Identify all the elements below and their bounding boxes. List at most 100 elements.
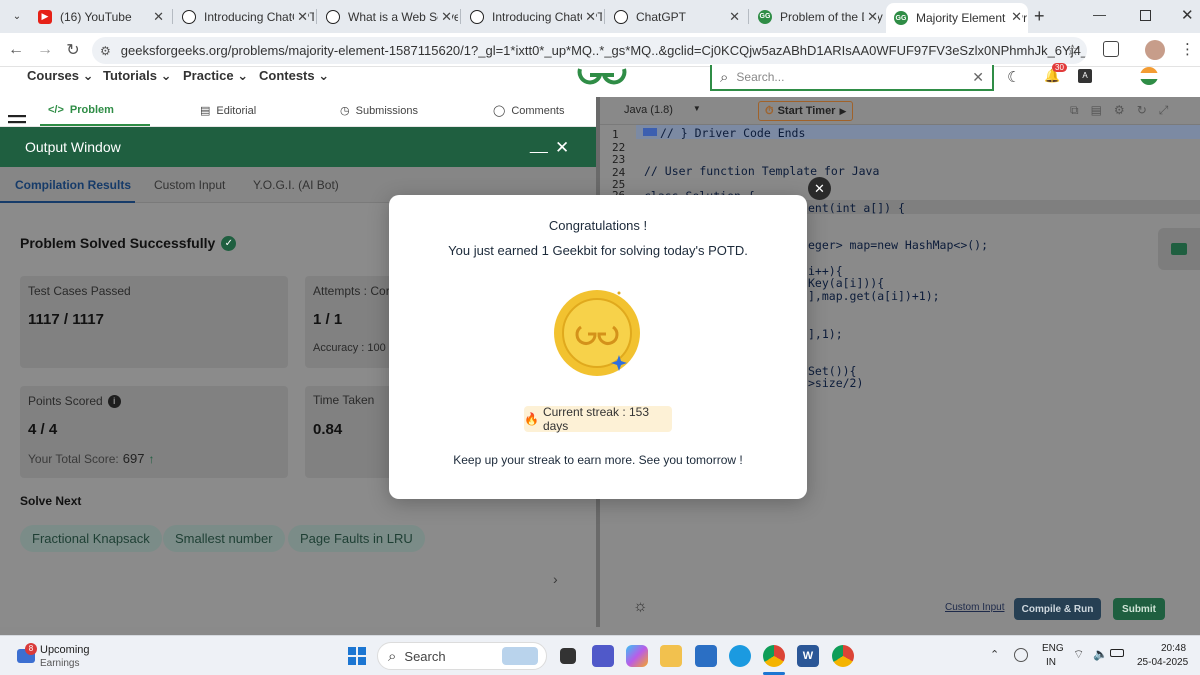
minimize-output-button[interactable]: __ [530, 137, 548, 155]
edge-icon[interactable] [729, 645, 751, 667]
close-icon[interactable]: ✕ [582, 9, 596, 25]
gfg-logo-icon[interactable] [572, 63, 632, 85]
openai-icon [326, 9, 340, 24]
tab-web-server[interactable]: What is a Web Server ✕ [318, 3, 458, 30]
tab-comments[interactable]: ◯ Comments [493, 104, 565, 118]
tab-potd[interactable]: GG Problem of the Day | ✕ [750, 3, 884, 30]
fullscreen-icon[interactable]: ⤢ [1159, 103, 1169, 118]
tab-yogi-ai-bot[interactable]: Y.O.G.I. (AI Bot) [253, 178, 339, 192]
reload-button[interactable]: ↻ [63, 40, 83, 60]
translate-icon[interactable]: A [1078, 69, 1092, 83]
url-text: geeksforgeeks.org/problems/majority-elem… [120, 43, 1087, 58]
next-problem-chip[interactable]: Fractional Knapsack [20, 525, 162, 552]
word-icon[interactable]: W [797, 645, 819, 667]
tab-chatgpt-intro-2[interactable]: Introducing ChatGPT ✕ [462, 3, 602, 30]
close-window-button[interactable]: ✕ [1181, 6, 1194, 24]
site-search-input[interactable]: ⌕ Search... ✕ [710, 65, 994, 91]
windows-start-icon[interactable] [348, 647, 366, 665]
copilot-icon[interactable] [626, 645, 648, 667]
youtube-icon: ▶ [38, 9, 52, 24]
code-fragment: ],1); [808, 327, 843, 341]
teams-icon[interactable] [592, 645, 614, 667]
chrome-profile-icon[interactable] [832, 645, 854, 667]
openai-icon [182, 9, 196, 24]
tab-submissions[interactable]: ◷ Submissions [340, 104, 418, 118]
theme-toggle-icon[interactable]: ☼ [633, 598, 648, 616]
file-explorer-icon[interactable] [660, 645, 682, 667]
tab-compilation-results[interactable]: Compilation Results [15, 178, 131, 192]
language-indicator[interactable]: ENG [1042, 643, 1064, 654]
start-timer-button[interactable]: ⏱ Start Timer ▶ [758, 101, 854, 121]
close-icon[interactable]: ✕ [1008, 9, 1022, 25]
close-icon[interactable]: ✕ [864, 9, 878, 25]
tab-problem[interactable]: </> Problem [48, 104, 114, 116]
submit-button[interactable]: Submit [1113, 598, 1165, 620]
chat-button[interactable] [1158, 228, 1200, 270]
chevron-right-icon[interactable]: › [553, 571, 558, 587]
copy-icon[interactable]: ⧉ [1070, 103, 1079, 118]
restore-button[interactable] [1140, 10, 1151, 21]
address-bar[interactable]: ⚙ geeksforgeeks.org/problems/majority-el… [92, 37, 1087, 64]
close-icon[interactable]: ✕ [294, 9, 308, 25]
clear-search-icon[interactable]: ✕ [972, 69, 984, 86]
extensions-icon[interactable] [1103, 41, 1119, 57]
editor-toolbar: Java (1.8) ▼ ⏱ Start Timer ▶ ⧉ ▤ ⚙ ↻ ⤢ [600, 97, 1200, 125]
close-icon[interactable]: ✕ [438, 9, 452, 25]
custom-input-link[interactable]: Custom Input [945, 602, 1004, 613]
tab-chatgpt-intro-1[interactable]: Introducing ChatGPT ✕ [174, 3, 314, 30]
profile-avatar[interactable] [1145, 40, 1165, 60]
tab-search-button[interactable]: ⌄ [6, 3, 28, 30]
language-select[interactable]: Java (1.8) ▼ [624, 104, 701, 116]
modal-footer-text: Keep up your streak to earn more. See yo… [453, 453, 743, 467]
minimize-button[interactable]: — [1093, 7, 1106, 22]
fold-marker-icon[interactable] [643, 128, 657, 136]
widget-subtitle: Earnings [40, 658, 80, 669]
dark-mode-icon[interactable]: ☾ [1007, 68, 1020, 86]
next-problem-chip[interactable]: Page Faults in LRU [288, 525, 425, 552]
wifi-icon[interactable]: ⌔ [1073, 647, 1084, 662]
page-scrollbar[interactable] [0, 627, 1200, 635]
chrome-icon[interactable] [763, 645, 785, 667]
tab-youtube[interactable]: ▶ (16) YouTube ✕ [30, 3, 170, 30]
next-problem-chip[interactable]: Smallest number [163, 525, 285, 552]
modal-close-button[interactable]: ✕ [808, 177, 831, 200]
gfg-icon: GG [758, 9, 772, 24]
notification-badge: 30 [1052, 63, 1067, 72]
notification-bell-icon[interactable]: 🔔 30 [1044, 63, 1067, 86]
reset-icon[interactable]: ↻ [1137, 103, 1147, 118]
tab-majority-element[interactable]: GG Majority Element | Pr ✕ [886, 3, 1028, 33]
battery-icon[interactable] [1110, 649, 1124, 657]
site-info-icon[interactable]: ⚙ [100, 44, 111, 58]
store-icon[interactable] [695, 645, 717, 667]
file-icon[interactable]: ▤ [1091, 103, 1102, 118]
clock-time[interactable]: 20:48 [1161, 643, 1186, 654]
weather-widget-icon[interactable]: 8 [17, 643, 37, 665]
menu-tutorials[interactable]: Tutorials ⌄ [103, 68, 171, 84]
close-output-button[interactable]: ✕ [555, 138, 569, 158]
new-tab-button[interactable]: + [1034, 6, 1045, 27]
security-icon[interactable] [1014, 648, 1028, 662]
tab-custom-input[interactable]: Custom Input [154, 178, 225, 192]
menu-contests[interactable]: Contests ⌄ [259, 68, 329, 84]
widget-title[interactable]: Upcoming [40, 644, 90, 656]
browser-menu-icon[interactable]: ⋮ [1180, 40, 1195, 58]
volume-icon[interactable]: 🔈 [1093, 647, 1108, 661]
tab-chatgpt[interactable]: ChatGPT ✕ [606, 3, 746, 30]
tab-editorial[interactable]: ▤ Editorial [200, 104, 256, 118]
india-flag-icon[interactable] [1140, 67, 1158, 85]
settings-icon[interactable]: ⚙ [1114, 103, 1125, 118]
info-icon[interactable]: i [107, 394, 121, 408]
forward-button[interactable]: → [35, 40, 55, 60]
close-icon[interactable]: ✕ [153, 9, 164, 25]
taskbar-search[interactable]: ⌕ Search [377, 642, 547, 670]
back-button[interactable]: ← [6, 40, 26, 60]
compile-run-button[interactable]: Compile & Run [1014, 598, 1101, 620]
menu-practice[interactable]: Practice ⌄ [183, 68, 248, 84]
tab-title: (16) YouTube [60, 9, 132, 24]
close-icon[interactable]: ✕ [729, 9, 740, 25]
task-view-icon[interactable] [560, 648, 576, 664]
menu-courses[interactable]: Courses ⌄ [27, 68, 94, 84]
bookmark-star-icon[interactable]: ☆ [1066, 41, 1079, 59]
chevron-up-icon[interactable]: ⌃ [990, 648, 999, 661]
output-window-header: Output Window __ ✕ [0, 127, 596, 167]
